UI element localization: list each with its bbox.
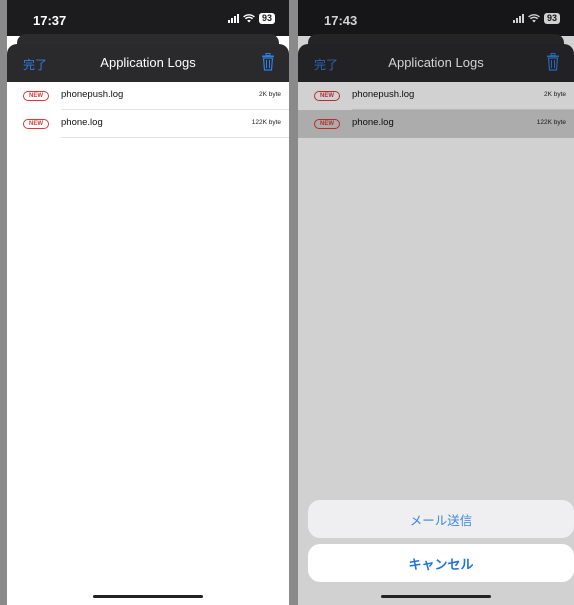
signal-icon [512,14,524,23]
file-name: phone.log [61,117,103,128]
list-item[interactable]: NEW phonepush.log 2K byte [7,82,289,110]
send-mail-button[interactable]: メール送信 [308,500,574,538]
left-phone-screen: 17:37 93 完了 Application Logs NEW phonepu… [7,0,289,605]
right-phone-screen: 17:43 93 完了 Application Logs NEW phonepu… [298,0,574,605]
status-icons: 93 [227,13,275,24]
file-name: phone.log [352,117,394,128]
wifi-icon [243,14,255,23]
new-badge: NEW [314,119,340,129]
signal-icon [227,14,239,23]
nav-bar: 完了 Application Logs [298,44,574,82]
cancel-label: キャンセル [408,556,474,572]
status-bar: 17:37 93 [7,0,289,36]
page-title: Application Logs [388,55,484,70]
action-sheet: メール送信 キャンセル [308,500,574,582]
log-file-list: NEW phonepush.log 2K byte NEW phone.log … [298,82,574,138]
list-item-selected[interactable]: NEW phone.log 122K byte [298,110,574,138]
cancel-button[interactable]: キャンセル [308,544,574,582]
nav-bar: 完了 Application Logs [7,44,289,82]
status-bar: 17:43 93 [298,0,574,36]
status-time: 17:43 [324,13,358,28]
battery-icon: 93 [543,13,560,24]
wifi-icon [528,14,540,23]
home-indicator[interactable] [381,595,491,598]
status-icons: 93 [512,13,560,24]
status-time: 17:37 [33,13,67,28]
send-mail-label: メール送信 [409,513,473,528]
page-title: Application Logs [100,55,196,70]
log-file-list: NEW phonepush.log 2K byte NEW phone.log … [7,82,289,138]
sheet-lip [308,34,564,44]
new-badge: NEW [23,91,49,101]
file-name: phonepush.log [61,89,124,100]
new-badge: NEW [23,119,49,129]
file-size: 2K byte [543,91,566,98]
home-indicator[interactable] [93,595,203,598]
battery-icon: 93 [258,13,275,24]
trash-icon[interactable] [546,53,560,71]
new-badge: NEW [314,91,340,101]
divider [61,137,289,138]
file-size: 2K byte [258,91,281,98]
file-size: 122K byte [251,119,281,126]
list-item[interactable]: NEW phone.log 122K byte [7,110,289,138]
list-item[interactable]: NEW phonepush.log 2K byte [298,82,574,110]
trash-icon[interactable] [261,53,275,71]
sheet-lip [17,34,279,44]
file-name: phonepush.log [352,89,415,100]
file-size: 122K byte [536,119,566,126]
